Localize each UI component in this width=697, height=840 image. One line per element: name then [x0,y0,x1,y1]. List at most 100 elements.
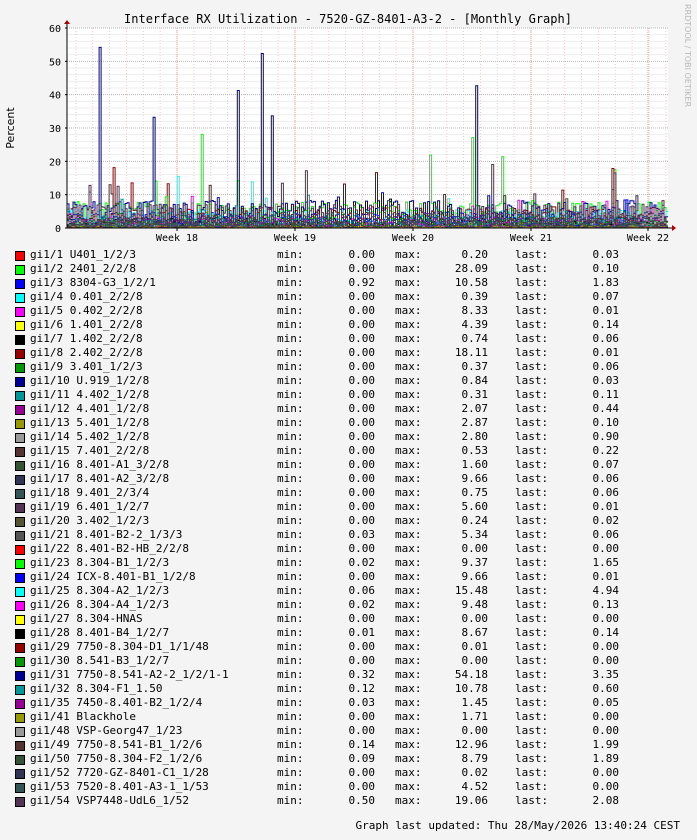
legend-swatch [15,447,25,457]
legend-min-label: min: [277,402,304,415]
legend-max-label: max: [395,430,422,443]
legend-max-value: 54.18 [454,668,488,681]
legend-min-label: min: [277,360,304,373]
legend-max-value: 0.53 [461,444,489,457]
legend-min-value: 0.14 [348,738,376,751]
legend-swatch [15,419,25,429]
legend-max-label: max: [395,682,422,695]
legend-series-name: gi1/7 1.402_2/2/8 [30,332,143,345]
legend-min-value: 0.00 [348,304,376,317]
legend-min-label: min: [277,458,304,471]
legend-last-label: last: [515,528,549,541]
legend-last-label: last: [515,388,549,401]
legend-last-label: last: [515,612,549,625]
legend-last-value: 4.94 [592,584,620,597]
legend-series-name: gi1/24 ICX-8.401-B1_1/2/8 [30,570,196,583]
legend-last-value: 1.83 [592,276,620,289]
legend-series-name: gi1/31 7750-8.541-A2-2_1/2/1-1 [30,668,229,681]
x-tick-label: Week 18 [156,233,198,244]
legend-min-value: 0.00 [348,612,376,625]
legend-last-label: last: [515,332,549,345]
legend-last-label: last: [515,500,549,513]
legend-last-label: last: [515,318,549,331]
legend-last-label: last: [515,668,549,681]
legend-last-label: last: [515,262,549,275]
legend-min-value: 0.00 [348,374,376,387]
legend-max-value: 15.48 [454,584,488,597]
legend-min-value: 0.00 [348,402,376,415]
legend-series-name: gi1/48 VSP-Georg47_1/23 [30,724,183,737]
legend-series-name: gi1/28 8.401-B4_1/2/7 [30,626,170,639]
legend-max-value: 9.48 [461,598,489,611]
legend-swatch [15,517,25,527]
legend-max-value: 0.00 [461,542,489,555]
legend-max-value: 2.80 [461,430,489,443]
legend-last-value: 0.00 [592,612,620,625]
legend-series-name: gi1/9 3.401_1/2/3 [30,360,143,373]
legend-min-label: min: [277,570,304,583]
legend-min-label: min: [277,500,304,513]
x-tick-label: Week 22 [627,233,669,244]
legend-min-value: 0.00 [348,486,376,499]
legend-last-value: 0.07 [592,290,620,303]
legend-series-name: gi1/50 7750-8.304-F2_1/2/6 [30,752,203,765]
legend-swatch [15,629,25,639]
legend-last-value: 0.06 [592,472,620,485]
legend-swatch [15,363,25,373]
legend-min-value: 0.00 [348,416,376,429]
legend-series-name: gi1/16 8.401-A1_3/2/8 [30,458,170,471]
legend-series-name: gi1/11 4.402_1/2/8 [30,388,150,401]
legend-series-name: gi1/19 6.401_1/2/7 [30,500,150,513]
legend-min-label: min: [277,556,304,569]
legend-last-label: last: [515,710,549,723]
legend-max-label: max: [395,696,422,709]
legend-max-label: max: [395,374,422,387]
legend-last-label: last: [515,374,549,387]
legend-min-label: min: [277,514,304,527]
legend-max-value: 0.75 [461,486,489,499]
legend-max-value: 1.60 [461,458,489,471]
legend-min-label: min: [277,710,304,723]
legend-swatch [15,545,25,555]
legend-last-value: 0.03 [592,374,620,387]
legend-min-label: min: [277,752,304,765]
legend-swatch [15,503,25,513]
legend-last-label: last: [515,542,549,555]
legend-swatch [15,489,25,499]
legend-max-label: max: [395,290,422,303]
legend-max-value: 0.00 [461,654,489,667]
legend-swatch [15,755,25,765]
last-updated-text: Graph last updated: Thu 28/May/2026 13:4… [355,819,680,832]
legend-series-name: gi1/12 4.401_1/2/8 [30,402,150,415]
legend-series-name: gi1/29 7750-8.304-D1_1/1/48 [30,640,209,653]
legend-max-value: 0.00 [461,724,489,737]
legend-max-label: max: [395,472,422,485]
legend-min-value: 0.00 [348,332,376,345]
legend-swatch [15,587,25,597]
legend-max-label: max: [395,528,422,541]
legend-last-value: 0.00 [592,766,620,779]
legend-min-label: min: [277,262,304,275]
legend-max-value: 9.66 [461,472,489,485]
legend-swatch [15,741,25,751]
legend-last-label: last: [515,766,549,779]
legend-min-label: min: [277,780,304,793]
legend-swatch [15,531,25,541]
legend-min-value: 0.00 [348,724,376,737]
legend-last-value: 0.06 [592,486,620,499]
legend-series-name: gi1/6 1.401_2/2/8 [30,318,143,331]
legend-last-value: 0.01 [592,570,620,583]
legend-last-label: last: [515,444,549,457]
legend-last-label: last: [515,360,549,373]
legend-last-value: 0.07 [592,458,620,471]
legend-min-label: min: [277,290,304,303]
legend-series-name: gi1/35 7450-8.401-B2_1/2/4 [30,696,203,709]
legend-min-value: 0.00 [348,542,376,555]
legend-min-label: min: [277,682,304,695]
legend-last-value: 0.06 [592,332,620,345]
legend-last-label: last: [515,458,549,471]
legend-min-value: 0.00 [348,766,376,779]
legend-swatch [15,405,25,415]
legend-swatch [15,797,25,807]
legend-max-label: max: [395,514,422,527]
